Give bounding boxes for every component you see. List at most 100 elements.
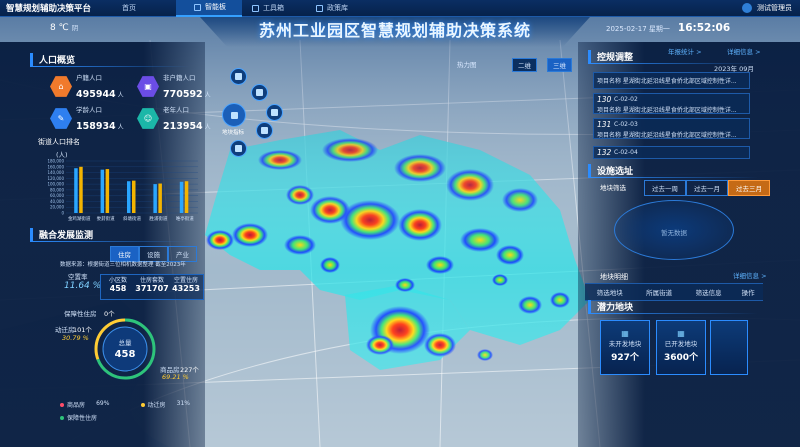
plan-card-3[interactable]: 131 C-02-03 项目名称 星湖街北延沿线星食侨北部区域控制性详... [593, 118, 750, 139]
y-tick-label: 100,000 [47, 182, 64, 187]
bar [184, 181, 189, 213]
vacancy-value: 11.64 % [64, 281, 102, 291]
map-layer-button-5[interactable] [230, 140, 247, 157]
potential-section-title: 潜力地块 [588, 300, 633, 313]
heatmap-toggle[interactable]: 热力图 [452, 58, 482, 70]
weather-condition: 阴 [71, 24, 79, 32]
bar [79, 166, 83, 213]
y-tick-label: 0 [61, 211, 64, 216]
vacancy-label: 空置率 [68, 273, 88, 281]
donut-total-label: 总量 [119, 338, 133, 347]
legend-row-2: 保障性住房 [60, 413, 190, 422]
y-tick-label: 180,000 [47, 159, 64, 164]
x-tick-label: 娄葑街道 [97, 215, 115, 222]
housing-donut: 总量 458 [94, 318, 156, 380]
kpi-district: 小区数 458 [108, 277, 127, 293]
ranking-title: 街道人口排名 [38, 138, 80, 146]
housing-legend: 商品房 69% 动迁房 31% 保障性住房 [60, 400, 190, 422]
kpi-developed[interactable]: ▦ 已开发地块 3600个 [656, 320, 706, 375]
document-icon [316, 4, 323, 12]
tab-home-label: 首页 [122, 4, 136, 12]
bar [74, 168, 78, 213]
student-icon: ✎ [50, 108, 72, 129]
map-icon [194, 3, 201, 11]
map-layer-button-1[interactable] [230, 68, 247, 85]
x-tick-label: 斜塘街道 [123, 215, 141, 222]
kpi-housing-units: 住房套数 371707 [135, 277, 169, 293]
brand-title: 智慧规划辅助决策平台 [6, 4, 92, 14]
stat-school-age: ✎ 学龄人口 158934 人 [50, 104, 124, 133]
y-tick-label: 120,000 [47, 176, 64, 181]
col-filter-plot: 筛选地块 [596, 289, 623, 297]
pin-icon [261, 127, 268, 134]
map-indicator-button[interactable] [222, 103, 246, 127]
range-week[interactable]: 过去一周 [644, 180, 686, 196]
detail-info-link[interactable]: 详细信息 > [733, 270, 767, 280]
building-icon [256, 89, 263, 96]
tab-toolbox[interactable]: 工具箱 [242, 0, 306, 17]
y-tick-label: 80,000 [50, 187, 64, 192]
house-icon: ⌂ [50, 76, 72, 97]
page-title: 苏州工业园区智慧规划辅助决策系统 [258, 21, 531, 40]
annual-report-link[interactable]: 年报统计 > [668, 46, 702, 56]
user-menu[interactable]: 测试管理员 [742, 3, 792, 13]
regulatory-section-title: 控规调整 [588, 50, 633, 63]
resettlement-percent: 30.79 % [62, 334, 89, 342]
housing-kpis: 小区数 458 住房套数 371707 空置住房 43253 [100, 274, 204, 300]
map-layer-button-2[interactable] [251, 84, 268, 101]
resettlement-count: 101个 [73, 326, 92, 334]
plan-card-4[interactable]: 132 C-02-04 [593, 146, 750, 159]
plot-filter-label: 地块筛选 [600, 184, 626, 192]
no-data-placeholder: 暂无数据 [614, 200, 734, 260]
details-link[interactable]: 详细信息 > [727, 46, 761, 56]
bar [158, 183, 162, 213]
kpi-undeveloped[interactable]: ▦ 未开发地块 927个 [600, 320, 650, 375]
map-layer-button-3[interactable] [266, 104, 283, 121]
col-filter-info: 筛选信息 [695, 289, 722, 297]
data-source: 数据来源：根据街道三位相机数据整理 截至2023年 [60, 262, 186, 268]
left-panel [0, 42, 205, 447]
clock: 16:52:06 [677, 22, 731, 34]
kpi-blank [710, 320, 748, 375]
tab-toolbox-label: 工具箱 [263, 4, 284, 12]
col-street: 所属街道 [646, 289, 673, 297]
top-nav: 智慧规划辅助决策平台 首页 智能板 工具箱 政策库 测试管理员 [0, 0, 800, 17]
grid-icon [252, 4, 259, 12]
stat-non-household: ▣ 非户籍人口 770592 人 [137, 72, 211, 101]
tab-home[interactable]: 首页 [118, 0, 176, 17]
compass-icon [230, 111, 238, 119]
avatar [742, 3, 752, 13]
layers-icon [235, 73, 242, 80]
dashboard-root: 智慧规划辅助决策平台 首页 智能板 工具箱 政策库 测试管理员 苏州工业园区智慧… [0, 0, 800, 447]
y-tick-label: 20,000 [50, 205, 64, 210]
commercial-percent: 69.21 % [162, 373, 189, 381]
chart-icon [271, 109, 278, 116]
building-icon: ▣ [137, 76, 159, 97]
x-tick-label: 唯亭街道 [176, 215, 194, 222]
y-tick-label: 160,000 [47, 164, 64, 169]
tab-policy-label: 政策库 [327, 4, 348, 12]
bar [105, 169, 110, 213]
bar [132, 180, 136, 213]
y-tick-label: 140,000 [47, 170, 64, 175]
stat-elderly: ☺ 老年人口 213954 人 [137, 104, 211, 133]
bar [179, 181, 184, 213]
tab-smart-map[interactable]: 智能板 [176, 0, 242, 17]
y-tick-label: 60,000 [50, 193, 64, 198]
parcel-icon: ▦ [621, 329, 629, 338]
plan-card-2[interactable]: 130 C-02-02 项目名称 星湖街北延沿线星食侨北部区域控制性详... [593, 93, 750, 114]
user-name: 测试管理员 [757, 4, 792, 12]
map-layer-button-4[interactable] [256, 122, 273, 139]
range-month[interactable]: 过去一月 [686, 180, 728, 196]
stat-household: ⌂ 户籍人口 495944 人 [50, 72, 124, 101]
datetime: 2025-02-17 星期一 16:52:06 [606, 22, 730, 34]
range-quarter[interactable]: 过去三月 [728, 180, 770, 196]
bar [127, 181, 131, 213]
integration-section-title: 融合发展监测 [30, 228, 93, 241]
view-2d-button[interactable]: 二维 [512, 58, 537, 72]
tab-smart-map-label: 智能板 [205, 3, 226, 11]
plan-card-1[interactable]: 项目名称 星湖街北延沿线星食侨北部区域控制性详... [593, 72, 750, 89]
tab-policy[interactable]: 政策库 [306, 0, 376, 17]
view-3d-button[interactable]: 三维 [547, 58, 572, 72]
person-icon [235, 145, 242, 152]
